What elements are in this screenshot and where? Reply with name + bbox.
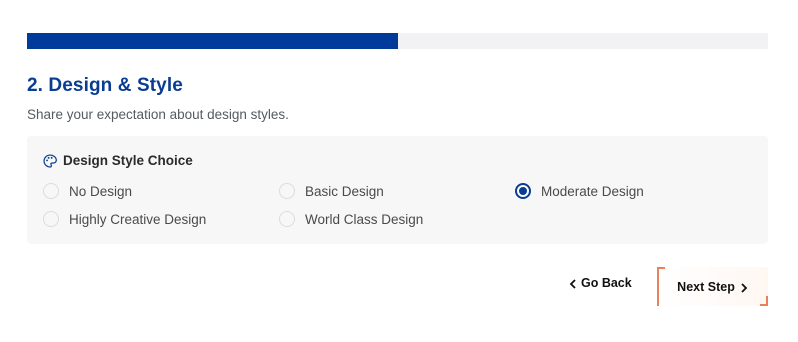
go-back-button[interactable]: Go Back <box>569 276 632 290</box>
design-style-header: Design Style Choice <box>43 153 193 168</box>
chevron-left-icon <box>569 278 577 289</box>
option-basic-design[interactable]: Basic Design <box>279 183 384 199</box>
corner-accent <box>657 276 665 306</box>
radio-highly-creative-design[interactable] <box>43 211 59 227</box>
radio-basic-design[interactable] <box>279 183 295 199</box>
next-step-label: Next Step <box>677 279 735 294</box>
option-label: Basic Design <box>305 183 384 199</box>
option-no-design[interactable]: No Design <box>43 183 132 199</box>
progress-bar <box>27 33 768 49</box>
chevron-right-icon <box>740 282 748 293</box>
go-back-label: Go Back <box>581 276 632 290</box>
step-subtitle: Share your expectation about design styl… <box>27 107 289 122</box>
design-style-label: Design Style Choice <box>63 153 193 168</box>
palette-icon <box>43 153 57 168</box>
radio-world-class-design[interactable] <box>279 211 295 227</box>
progress-fill <box>27 33 398 49</box>
option-highly-creative-design[interactable]: Highly Creative Design <box>43 211 206 227</box>
radio-no-design[interactable] <box>43 183 59 199</box>
option-world-class-design[interactable]: World Class Design <box>279 211 423 227</box>
corner-accent <box>760 296 768 306</box>
option-label: Moderate Design <box>541 183 644 199</box>
option-label: World Class Design <box>305 211 424 227</box>
option-moderate-design[interactable]: Moderate Design <box>515 183 644 199</box>
radio-moderate-design[interactable] <box>515 183 531 199</box>
design-style-panel: Design Style Choice No Design Basic Desi… <box>27 136 768 244</box>
option-label: No Design <box>69 183 133 199</box>
step-title: 2. Design & Style <box>27 75 183 96</box>
next-step-button[interactable]: Next Step <box>657 267 768 306</box>
option-label: Highly Creative Design <box>69 211 207 227</box>
